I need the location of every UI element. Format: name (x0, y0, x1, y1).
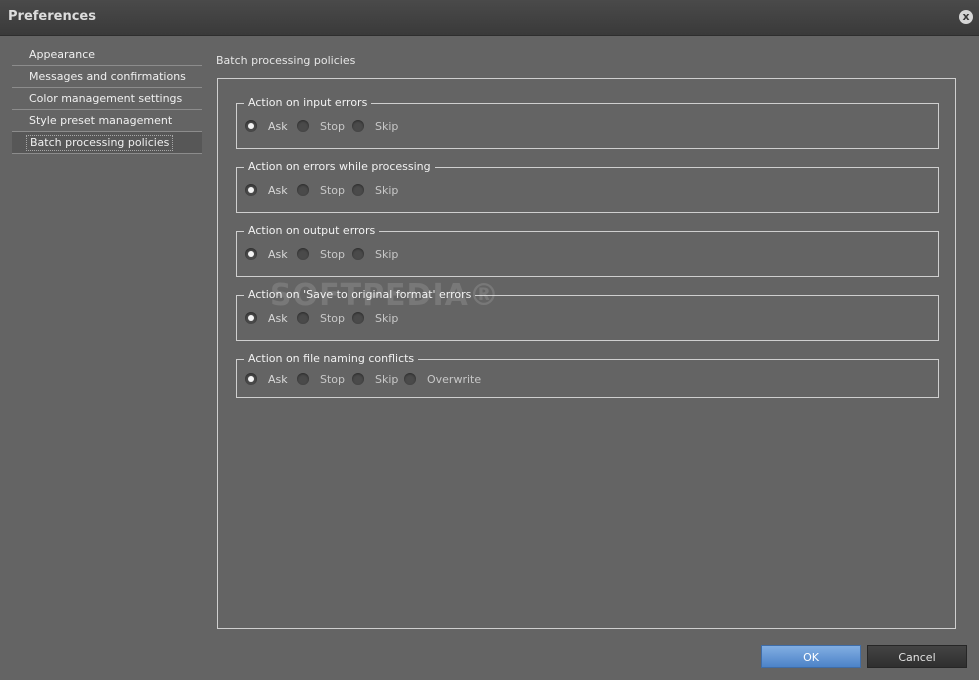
sidebar-item-batch-processing-policies[interactable]: Batch processing policies (12, 132, 202, 154)
radio-label: Stop (320, 120, 346, 133)
title-bar: Preferences x (0, 0, 979, 36)
radio-dot (245, 120, 257, 132)
radio-dot (352, 248, 364, 260)
radio-label: Skip (375, 312, 399, 325)
sidebar-item-color-management-settings[interactable]: Color management settings (12, 88, 202, 110)
radio-label: Skip (375, 373, 399, 386)
group-legend: Action on errors while processing (244, 160, 435, 173)
group-legend: Action on file naming conflicts (244, 352, 419, 365)
sidebar-item-label: Color management settings (29, 92, 183, 105)
ok-button[interactable]: OK (761, 645, 861, 668)
section-title: Batch processing policies (216, 54, 356, 67)
radio-label: Ask (268, 120, 288, 133)
sidebar: Appearance Messages and confirmations Co… (12, 44, 202, 154)
sidebar-item-label: Appearance (29, 48, 96, 61)
radio-label: Skip (375, 184, 399, 197)
radio-dot (245, 184, 257, 196)
sidebar-item-label: Style preset management (29, 114, 173, 127)
radio-dot (245, 248, 257, 260)
cancel-button[interactable]: Cancel (867, 645, 967, 668)
sidebar-item-appearance[interactable]: Appearance (12, 44, 202, 66)
sidebar-item-label: Batch processing policies (26, 135, 174, 151)
close-icon[interactable]: x (959, 10, 973, 24)
group-processing-errors: Action on errors while processing Ask St… (236, 160, 939, 213)
radio-dot (297, 184, 309, 196)
radio-label: Skip (375, 248, 399, 261)
sidebar-item-messages-and-confirmations[interactable]: Messages and confirmations (12, 66, 202, 88)
radio-dot (245, 373, 257, 385)
window-title: Preferences (8, 9, 96, 24)
radio-dot (352, 120, 364, 132)
radio-label: Ask (268, 184, 288, 197)
radio-label: Skip (375, 120, 399, 133)
radio-dot (297, 120, 309, 132)
radio-dot (404, 373, 416, 385)
group-save-original-format-errors: Action on 'Save to original format' erro… (236, 288, 939, 341)
radio-dot (297, 373, 309, 385)
radio-label: Overwrite (427, 373, 482, 386)
group-legend: Action on output errors (244, 224, 380, 237)
radio-label: Ask (268, 373, 288, 386)
group-output-errors: Action on output errors Ask Stop Skip (236, 224, 939, 277)
radio-dot (352, 312, 364, 324)
radio-dot (352, 184, 364, 196)
radio-label: Ask (268, 312, 288, 325)
radio-dot (352, 373, 364, 385)
sidebar-item-style-preset-management[interactable]: Style preset management (12, 110, 202, 132)
radio-label: Stop (320, 184, 346, 197)
group-input-errors: Action on input errors Ask Stop Skip (236, 96, 939, 149)
sidebar-item-label: Messages and confirmations (29, 70, 186, 83)
radio-dot (297, 248, 309, 260)
radio-label: Stop (320, 312, 346, 325)
group-legend: Action on input errors (244, 96, 372, 109)
radio-label: Ask (268, 248, 288, 261)
radio-label: Stop (320, 373, 346, 386)
radio-label: Stop (320, 248, 346, 261)
group-file-naming-conflicts: Action on file naming conflicts Ask Stop… (236, 352, 939, 398)
group-legend: Action on 'Save to original format' erro… (244, 288, 476, 301)
radio-dot (297, 312, 309, 324)
radio-dot (245, 312, 257, 324)
